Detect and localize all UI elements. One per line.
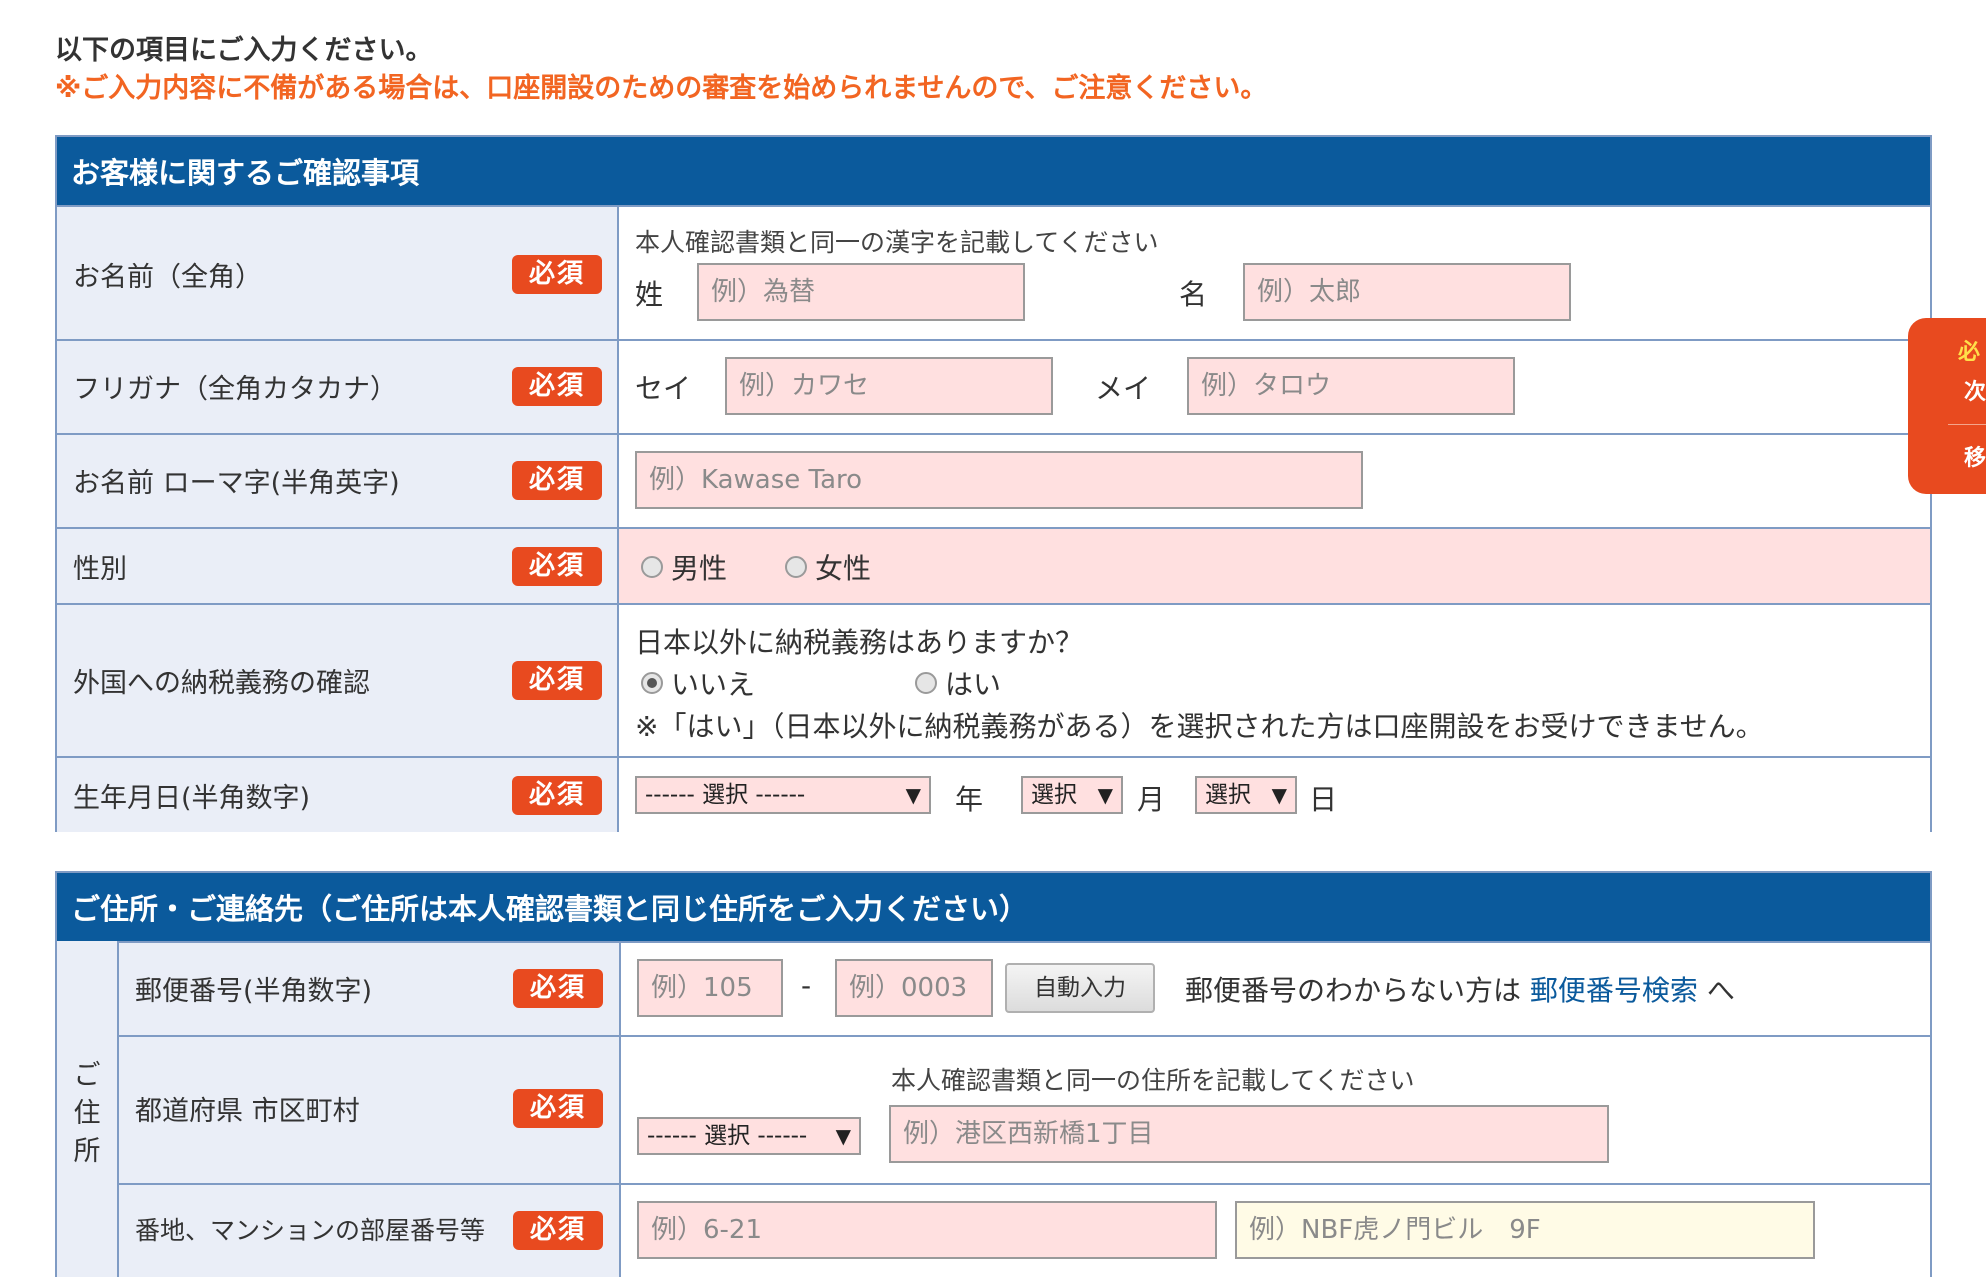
tax-label: 外国への納税義務の確認 <box>73 668 370 699</box>
birth-month-select[interactable]: 選択 ▼ <box>1021 776 1123 814</box>
postal-search-link[interactable]: 郵便番号検索 <box>1530 974 1698 1007</box>
intro-text: 以下の項目にご入力ください。 <box>55 35 433 66</box>
address-side-label: ご 住 所 <box>57 941 119 1277</box>
required-badge: 必須 <box>512 461 602 500</box>
required-badge: 必須 <box>512 255 602 294</box>
tax-note: ※「はい」（日本以外に納税義務がある）を選択された方は口座開設をお受けできません… <box>635 710 1764 743</box>
prefecture-select[interactable]: ------ 選択 ------ ▼ <box>637 1117 861 1155</box>
tax-yes-radio[interactable]: はい <box>915 663 1001 703</box>
name-row: お名前（全角） 必須 本人確認書類と同一の漢字を記載してください 姓 例）為替 … <box>57 205 1930 339</box>
radio-circle-icon <box>915 672 937 694</box>
section-title-customer: お客様に関するご確認事項 <box>57 137 1930 205</box>
address-row: 番地、マンションの部屋番号等 必須 例）6-21 例）NBF虎ノ門ビル 9F <box>119 1183 1930 1277</box>
required-badge: 必須 <box>512 661 602 700</box>
roman-input[interactable]: 例）Kawase Taro <box>635 451 1363 509</box>
postal-row: 郵便番号(半角数字) 必須 例）105 - 例）0003 自動入力 郵便番号のわ… <box>119 941 1930 1035</box>
tax-question: 日本以外に納税義務はありますか？ <box>635 626 1084 659</box>
birth-year-select[interactable]: ------ 選択 ------ ▼ <box>635 776 931 814</box>
birth-day-select[interactable]: 選択 ▼ <box>1195 776 1297 814</box>
radio-circle-icon <box>785 556 807 578</box>
kana-sei-input[interactable]: 例）カワセ <box>725 357 1053 415</box>
required-badge: 必須 <box>513 1089 603 1128</box>
radio-checked-icon <box>641 672 663 694</box>
warning-text: ※ご入力内容に不備がある場合は、口座開設のための審査を始められませんので、ご注意… <box>55 73 1268 104</box>
birth-row: 生年月日(半角数字) 必須 ------ 選択 ------ ▼ 年 選択 ▼ … <box>57 756 1930 832</box>
tax-row: 外国への納税義務の確認 必須 日本以外に納税義務はありますか？ いいえ はい ※… <box>57 603 1930 756</box>
postal-help: 郵便番号のわからない方は 郵便番号検索 へ <box>1185 974 1735 1007</box>
address-label: 番地、マンションの部屋番号等 <box>135 1216 486 1245</box>
postal-input-1[interactable]: 例）105 <box>637 959 783 1017</box>
gender-label: 性別 <box>73 554 127 585</box>
auto-fill-button[interactable]: 自動入力 <box>1005 963 1155 1013</box>
prefecture-row: 都道府県 市区町村 必須 本人確認書類と同一の住所を記載してください -----… <box>119 1035 1930 1183</box>
tax-no-radio[interactable]: いいえ <box>641 663 755 703</box>
gender-male-radio[interactable]: 男性 <box>641 547 727 587</box>
kana-mei-input[interactable]: 例）タロウ <box>1187 357 1515 415</box>
gender-row: 性別 必須 男性 女性 <box>57 527 1930 603</box>
name-label: お名前（全角） <box>73 262 262 293</box>
address-note: 本人確認書類と同一の住所を記載してください <box>891 1066 1415 1095</box>
sei-label: 姓 <box>635 278 664 311</box>
city-input[interactable]: 例）港区西新橋1丁目 <box>889 1105 1609 1163</box>
dropdown-arrow-icon: ▼ <box>1097 783 1113 807</box>
required-badge: 必須 <box>512 547 602 586</box>
address-section: ご住所・ご連絡先（ご住所は本人確認書類と同じ住所をご入力ください） ご 住 所 … <box>55 871 1932 1277</box>
name-note: 本人確認書類と同一の漢字を記載してください <box>635 228 1159 257</box>
month-unit: 月 <box>1137 783 1166 816</box>
year-unit: 年 <box>955 783 984 816</box>
kana-row: フリガナ（全角カタカナ） 必須 セイ 例）カワセ メイ 例）タロウ <box>57 339 1930 433</box>
roman-label: お名前 ローマ字(半角英字) <box>73 468 400 499</box>
dropdown-arrow-icon: ▼ <box>905 783 921 807</box>
street-input[interactable]: 例）6-21 <box>637 1201 1217 1259</box>
kana-mei-label: メイ <box>1095 372 1152 405</box>
postal-input-2[interactable]: 例）0003 <box>835 959 993 1017</box>
dropdown-arrow-icon: ▼ <box>835 1124 851 1148</box>
required-badge: 必須 <box>512 367 602 406</box>
birth-label: 生年月日(半角数字) <box>73 783 311 814</box>
building-input[interactable]: 例）NBF虎ノ門ビル 9F <box>1235 1201 1815 1259</box>
gender-female-radio[interactable]: 女性 <box>785 547 871 587</box>
mei-input[interactable]: 例）太郎 <box>1243 263 1571 321</box>
required-badge: 必須 <box>512 776 602 815</box>
mei-label: 名 <box>1179 278 1208 311</box>
radio-circle-icon <box>641 556 663 578</box>
required-badge: 必須 <box>513 969 603 1008</box>
customer-info-section: お客様に関するご確認事項 お名前（全角） 必須 本人確認書類と同一の漢字を記載し… <box>55 135 1932 832</box>
address-body: ご 住 所 郵便番号(半角数字) 必須 例）105 - 例）0003 自動入力 … <box>57 941 1930 1277</box>
section-title-address: ご住所・ご連絡先（ご住所は本人確認書類と同じ住所をご入力ください） <box>57 873 1930 941</box>
postal-dash: - <box>801 969 812 1002</box>
roman-row: お名前 ローマ字(半角英字) 必須 例）Kawase Taro <box>57 433 1930 527</box>
dropdown-arrow-icon: ▼ <box>1271 783 1287 807</box>
prefecture-label: 都道府県 市区町村 <box>135 1096 360 1127</box>
postal-label: 郵便番号(半角数字) <box>135 976 373 1007</box>
required-badge: 必須 <box>513 1211 603 1250</box>
day-unit: 日 <box>1309 783 1338 816</box>
kana-sei-label: セイ <box>635 372 692 405</box>
kana-label: フリガナ（全角カタカナ） <box>73 374 397 405</box>
sei-input[interactable]: 例）為替 <box>697 263 1025 321</box>
floating-required-tab[interactable]: 必 次 移 <box>1908 318 1986 494</box>
